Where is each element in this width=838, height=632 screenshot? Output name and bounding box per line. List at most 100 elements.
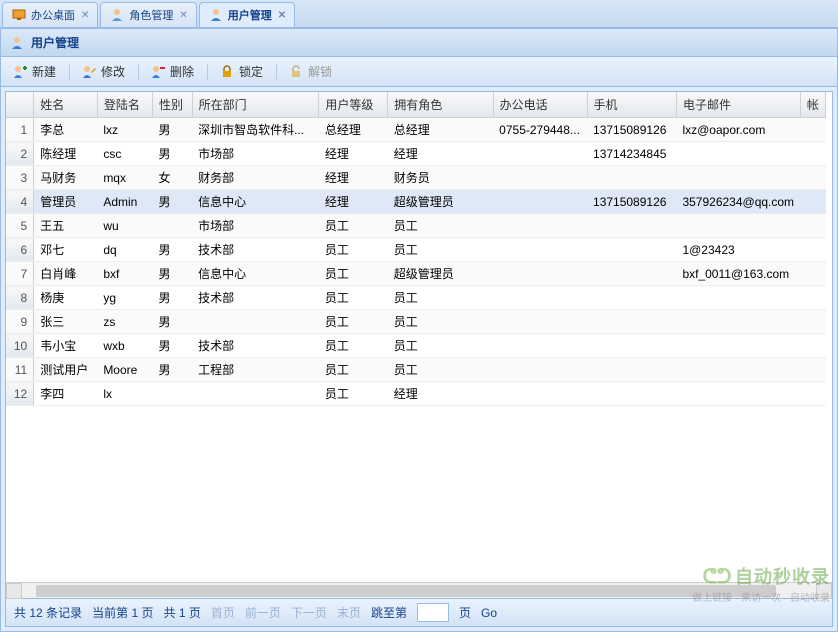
cell: 李四 [34,382,98,406]
column-header[interactable]: 姓名 [34,92,98,118]
cell: lx [97,382,152,406]
cell: 男 [152,262,192,286]
cell [676,358,800,382]
table-row[interactable]: 8杨庚yg男技术部员工员工 [6,286,826,310]
unlock-button[interactable]: 解锁 [281,60,339,83]
lock-button[interactable]: 锁定 [212,60,270,83]
cell: wxb [97,334,152,358]
button-label: 删除 [170,63,194,80]
cell: 13715089126 [587,118,676,142]
table-row[interactable]: 5王五wu市场部员工员工 [6,214,826,238]
column-header[interactable]: 办公电话 [493,92,587,118]
table-row[interactable]: 1李总lxz男深圳市智岛软件科...总经理总经理0755-279448...13… [6,118,826,142]
cell [800,142,825,166]
cell: 员工 [319,334,388,358]
user-table: 姓名登陆名性别所在部门用户等级拥有角色办公电话手机电子邮件帐 1李总lxz男深圳… [6,92,826,406]
tab-user-mgmt[interactable]: 用户管理 ✕ [199,2,295,27]
cell: mqx [97,166,152,190]
pager-first[interactable]: 首页 [211,604,235,621]
delete-button[interactable]: 删除 [143,60,201,83]
close-icon[interactable]: ✕ [81,10,89,21]
table-row[interactable]: 3马财务mqx女财务部经理财务员 [6,166,826,190]
cell: lxz [97,118,152,142]
table-row[interactable]: 7白肖峰bxf男信息中心员工超级管理员bxf_0011@163.com [6,262,826,286]
column-header[interactable]: 拥有角色 [388,92,493,118]
cell: 测试用户 [34,358,98,382]
cell [493,166,587,190]
cell [493,286,587,310]
cell [493,358,587,382]
cell: 员工 [319,310,388,334]
close-icon[interactable]: ✕ [179,10,187,21]
cell: 张三 [34,310,98,334]
cell [587,358,676,382]
tab-strip: 办公桌面 ✕ 角色管理 ✕ 用户管理 ✕ [0,0,838,28]
cell: 陈经理 [34,142,98,166]
cell [587,214,676,238]
cell: 管理员 [34,190,98,214]
cell: 经理 [319,166,388,190]
pager-jump-page: 页 [459,604,471,621]
table-row[interactable]: 2陈经理csc男市场部经理经理13714234845 [6,142,826,166]
table-row[interactable]: 11测试用户Moore男工程部员工员工 [6,358,826,382]
cell [676,382,800,406]
pager-prev[interactable]: 前一页 [245,604,281,621]
pager-next[interactable]: 下一页 [291,604,327,621]
column-header[interactable]: 手机 [587,92,676,118]
cell: 男 [152,190,192,214]
cell: 经理 [319,142,388,166]
cell: 经理 [319,190,388,214]
table-row[interactable]: 6邓七dq男技术部员工员工1@23423 [6,238,826,262]
cell: Admin [97,190,152,214]
column-header[interactable]: 帐 [800,92,825,118]
toolbar: 新建 修改 删除 锁定 解锁 [1,57,837,87]
scroll-thumb[interactable] [36,585,776,597]
cell [493,142,587,166]
button-label: 新建 [32,63,56,80]
table-row[interactable]: 9张三zs男员工员工 [6,310,826,334]
table-row[interactable]: 10韦小宝wxb男技术部员工员工 [6,334,826,358]
table-row[interactable]: 12李四lx员工经理 [6,382,826,406]
cell: 男 [152,238,192,262]
cell: Moore [97,358,152,382]
cell: 邓七 [34,238,98,262]
cell: 超级管理员 [388,190,493,214]
edit-button[interactable]: 修改 [74,60,132,83]
column-header[interactable]: 电子邮件 [676,92,800,118]
cell: dq [97,238,152,262]
column-header[interactable]: 用户等级 [319,92,388,118]
column-header[interactable]: 登陆名 [97,92,152,118]
column-header[interactable]: 性别 [152,92,192,118]
cell: wu [97,214,152,238]
table-row[interactable]: 4管理员Admin男信息中心经理超级管理员1371508912635792623… [6,190,826,214]
cell: 员工 [319,214,388,238]
cell: bxf_0011@163.com [676,262,800,286]
cell: 13714234845 [587,142,676,166]
scroll-left-arrow[interactable] [6,583,22,599]
new-button[interactable]: 新建 [5,60,63,83]
horizontal-scrollbar[interactable] [6,582,832,598]
button-label: 解锁 [308,63,332,80]
cell: 市场部 [192,214,319,238]
column-header[interactable] [6,92,34,118]
cell: lxz@oapor.com [676,118,800,142]
close-icon[interactable]: ✕ [278,10,286,21]
cell: 男 [152,334,192,358]
column-header[interactable]: 所在部门 [192,92,319,118]
tab-desktop[interactable]: 办公桌面 ✕ [2,2,98,27]
tab-label: 角色管理 [129,7,173,23]
cell: 信息中心 [192,190,319,214]
cell [676,142,800,166]
row-number: 7 [6,262,34,286]
scroll-right-arrow[interactable] [816,583,832,599]
cell: 工程部 [192,358,319,382]
pager-go[interactable]: Go [481,606,497,620]
pager-jump-input[interactable] [417,603,449,622]
cell: 男 [152,118,192,142]
cell: yg [97,286,152,310]
pager-last[interactable]: 末页 [337,604,361,621]
cell: 男 [152,142,192,166]
tab-role-mgmt[interactable]: 角色管理 ✕ [100,2,196,27]
user-blue-icon [208,7,224,23]
cell [152,214,192,238]
